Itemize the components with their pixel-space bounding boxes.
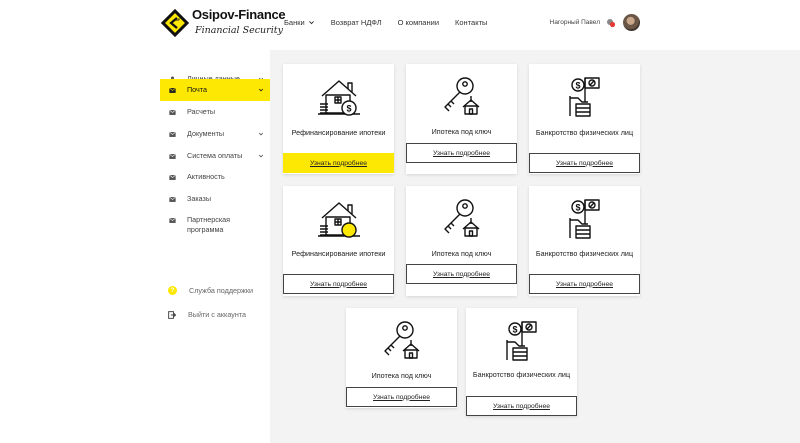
- sidebar-item-activity[interactable]: Активность: [160, 166, 270, 188]
- card-title: Ипотека под ключ: [431, 127, 492, 136]
- top-nav: Банки Возврат НДФЛ О компании Контакты: [284, 18, 503, 27]
- sidebar-item-label: Активность: [187, 172, 225, 181]
- sidebar-item-mail[interactable]: Почта: [160, 79, 270, 101]
- service-card[interactable]: Рефинансирование ипотеки Узнать подробне…: [283, 64, 394, 174]
- logo-title: Osipov-Finance: [192, 7, 286, 22]
- sidebar-item-orders[interactable]: Заказы: [160, 188, 270, 210]
- nav-label: Контакты: [455, 18, 488, 27]
- service-card[interactable]: Ипотека под ключ Узнать подробнее: [406, 186, 517, 296]
- details-button[interactable]: Узнать подробнее: [283, 274, 394, 294]
- nav-label: Банки: [284, 18, 305, 27]
- sidebar-item-label: Партнерская программа: [187, 215, 231, 234]
- key-house-icon: [435, 74, 489, 118]
- nav-item-contacts[interactable]: Контакты: [455, 18, 487, 27]
- details-button[interactable]: Узнать подробнее: [529, 274, 640, 294]
- chevron-down-icon: [308, 21, 314, 25]
- sidebar-item-documents[interactable]: Документы: [160, 123, 270, 145]
- details-button[interactable]: Узнать подробнее: [283, 153, 394, 173]
- nav-label: О компании: [397, 18, 440, 27]
- sidebar-item-label: Почта: [187, 85, 207, 94]
- house-coin-icon: [312, 196, 366, 240]
- card-title: Банкротство физических лиц: [472, 370, 571, 379]
- key-house-icon: [435, 196, 489, 240]
- mail-icon: [169, 196, 176, 202]
- support-link[interactable]: ? Служба поддержки: [168, 286, 253, 295]
- house-coin-icon: [312, 74, 366, 118]
- chevron-down-icon: [258, 154, 264, 158]
- details-button[interactable]: Узнать подробнее: [466, 396, 577, 416]
- service-card[interactable]: Ипотека под ключ Узнать подробнее: [406, 64, 517, 174]
- nav-label: Возврат НДФЛ: [330, 18, 382, 27]
- card-title: Банкротство физических лиц: [535, 249, 634, 258]
- nav-item-about[interactable]: О компании: [398, 18, 439, 27]
- mail-icon: [169, 153, 176, 159]
- card-title: Ипотека под ключ: [371, 371, 432, 380]
- card-title: Рефинансирование ипотеки: [291, 249, 386, 258]
- sidebar-item-label: Система оплаты: [187, 151, 243, 160]
- sidebar-item-label: Документы: [187, 129, 225, 138]
- key-house-icon: [375, 318, 429, 362]
- service-card[interactable]: Ипотека под ключ Узнать подробнее: [346, 308, 457, 408]
- sidebar: Личные данные Почта Расчеты Документы Си…: [0, 50, 270, 443]
- mail-icon: [169, 131, 176, 137]
- logout-icon: [168, 310, 176, 319]
- details-button[interactable]: Узнать подробнее: [406, 264, 517, 284]
- notification-icon[interactable]: [606, 18, 616, 28]
- details-button[interactable]: Узнать подробнее: [529, 153, 640, 173]
- user-name[interactable]: Нагорный Павел: [550, 19, 600, 26]
- details-button[interactable]: Узнать подробнее: [406, 143, 517, 163]
- money-flag-icon: [495, 318, 549, 362]
- logout-link[interactable]: Выйти с аккаунта: [168, 310, 246, 319]
- money-flag-icon: [558, 196, 612, 240]
- support-label: Служба поддержки: [189, 286, 253, 295]
- sidebar-item-partners[interactable]: Партнерская программа: [160, 212, 240, 236]
- mail-icon: [169, 109, 176, 115]
- service-card[interactable]: Банкротство физических лиц Узнать подроб…: [466, 308, 577, 416]
- service-card[interactable]: Банкротство физических лиц Узнать подроб…: [529, 64, 640, 174]
- top-header: OF Osipov-Finance Financial Security Бан…: [0, 0, 800, 50]
- nav-item-banks[interactable]: Банки: [284, 18, 315, 27]
- sidebar-item-label: Заказы: [187, 194, 212, 203]
- avatar[interactable]: [623, 14, 640, 31]
- sidebar-item-payment-system[interactable]: Система оплаты: [160, 145, 270, 167]
- mail-icon: [169, 217, 176, 223]
- mail-icon: [169, 174, 176, 180]
- card-title: Рефинансирование ипотеки: [291, 128, 386, 137]
- service-card[interactable]: Банкротство физических лиц Узнать подроб…: [529, 186, 640, 296]
- details-button[interactable]: Узнать подробнее: [346, 387, 457, 407]
- sidebar-item-label: Расчеты: [187, 107, 216, 116]
- card-title: Банкротство физических лиц: [535, 128, 634, 137]
- sidebar-item-payments[interactable]: Расчеты: [160, 101, 270, 123]
- chevron-down-icon: [258, 88, 264, 92]
- logo[interactable]: OF Osipov-Finance Financial Security: [160, 6, 286, 44]
- nav-item-ndfl[interactable]: Возврат НДФЛ: [331, 18, 382, 27]
- card-title: Ипотека под ключ: [431, 249, 492, 258]
- service-card[interactable]: Рефинансирование ипотеки Узнать подробне…: [283, 186, 394, 296]
- logo-mark-text: OF: [176, 18, 180, 22]
- mail-icon: [169, 87, 176, 93]
- chevron-down-icon: [258, 132, 264, 136]
- help-icon: ?: [168, 286, 177, 295]
- money-flag-icon: [558, 74, 612, 118]
- logo-subtitle: Financial Security: [195, 25, 283, 36]
- logo-mark-icon: OF: [160, 8, 190, 38]
- logout-label: Выйти с аккаунта: [188, 310, 247, 319]
